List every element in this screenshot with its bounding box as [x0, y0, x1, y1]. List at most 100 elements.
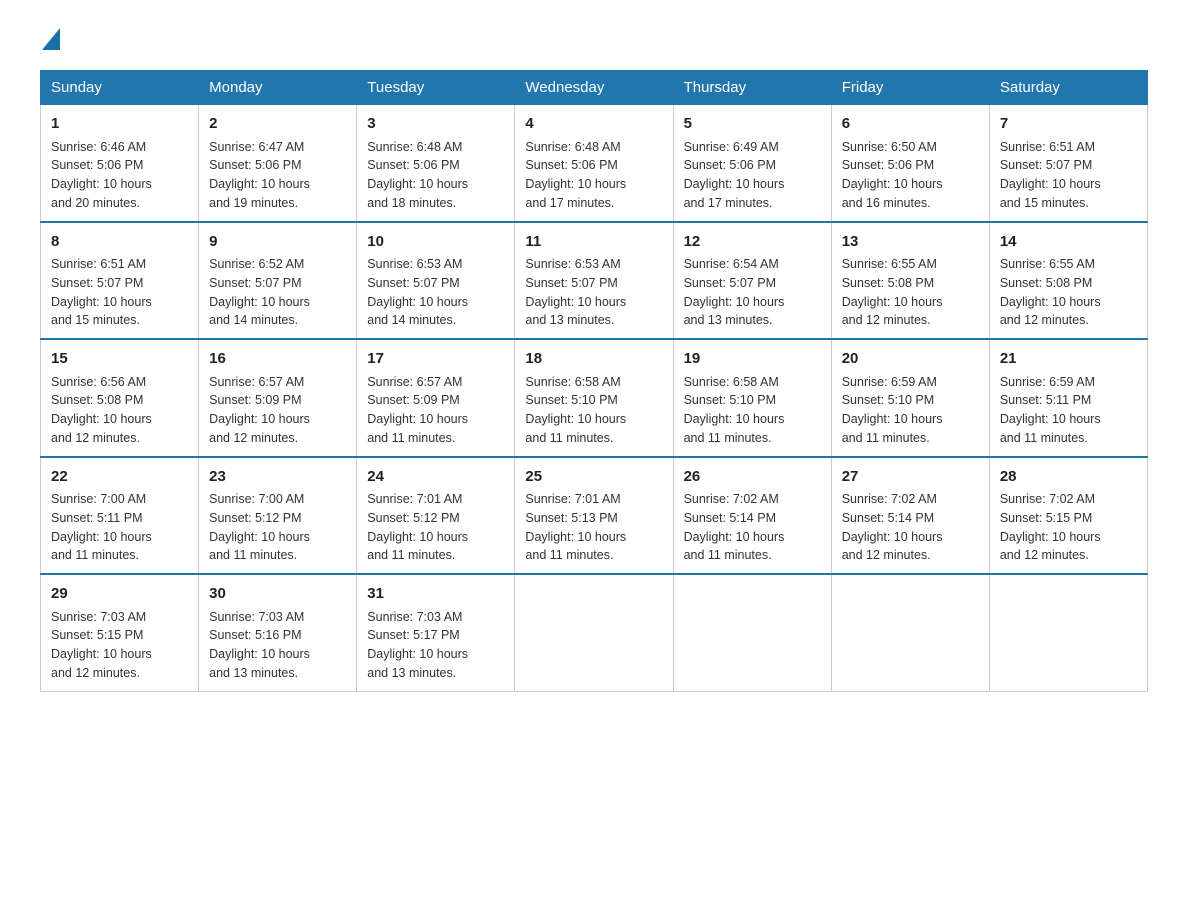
- day-header-sunday: Sunday: [41, 71, 199, 105]
- day-number: 2: [209, 113, 346, 136]
- calendar-cell: 13Sunrise: 6:55 AMSunset: 5:08 PMDayligh…: [831, 222, 989, 340]
- day-info: Sunrise: 7:02 AMSunset: 5:14 PMDaylight:…: [684, 490, 821, 565]
- day-info: Sunrise: 6:48 AMSunset: 5:06 PMDaylight:…: [525, 138, 662, 213]
- calendar-cell: 10Sunrise: 6:53 AMSunset: 5:07 PMDayligh…: [357, 222, 515, 340]
- day-info: Sunrise: 6:51 AMSunset: 5:07 PMDaylight:…: [51, 255, 188, 330]
- calendar-cell: 1Sunrise: 6:46 AMSunset: 5:06 PMDaylight…: [41, 105, 199, 222]
- day-info: Sunrise: 7:00 AMSunset: 5:11 PMDaylight:…: [51, 490, 188, 565]
- day-number: 26: [684, 466, 821, 489]
- day-info: Sunrise: 6:58 AMSunset: 5:10 PMDaylight:…: [684, 373, 821, 448]
- day-number: 8: [51, 231, 188, 254]
- day-number: 7: [1000, 113, 1137, 136]
- calendar-week-2: 8Sunrise: 6:51 AMSunset: 5:07 PMDaylight…: [41, 222, 1148, 340]
- day-info: Sunrise: 6:55 AMSunset: 5:08 PMDaylight:…: [1000, 255, 1137, 330]
- day-number: 10: [367, 231, 504, 254]
- day-header-tuesday: Tuesday: [357, 71, 515, 105]
- calendar-body: 1Sunrise: 6:46 AMSunset: 5:06 PMDaylight…: [41, 105, 1148, 692]
- day-info: Sunrise: 6:49 AMSunset: 5:06 PMDaylight:…: [684, 138, 821, 213]
- day-number: 20: [842, 348, 979, 371]
- calendar-cell: 26Sunrise: 7:02 AMSunset: 5:14 PMDayligh…: [673, 457, 831, 575]
- day-info: Sunrise: 7:02 AMSunset: 5:15 PMDaylight:…: [1000, 490, 1137, 565]
- calendar-cell: 22Sunrise: 7:00 AMSunset: 5:11 PMDayligh…: [41, 457, 199, 575]
- calendar-week-4: 22Sunrise: 7:00 AMSunset: 5:11 PMDayligh…: [41, 457, 1148, 575]
- calendar-cell: 4Sunrise: 6:48 AMSunset: 5:06 PMDaylight…: [515, 105, 673, 222]
- day-info: Sunrise: 6:50 AMSunset: 5:06 PMDaylight:…: [842, 138, 979, 213]
- calendar-cell: 12Sunrise: 6:54 AMSunset: 5:07 PMDayligh…: [673, 222, 831, 340]
- day-number: 16: [209, 348, 346, 371]
- day-info: Sunrise: 7:00 AMSunset: 5:12 PMDaylight:…: [209, 490, 346, 565]
- calendar-cell: 17Sunrise: 6:57 AMSunset: 5:09 PMDayligh…: [357, 339, 515, 457]
- logo: [40, 30, 60, 50]
- day-number: 13: [842, 231, 979, 254]
- calendar-cell: 8Sunrise: 6:51 AMSunset: 5:07 PMDaylight…: [41, 222, 199, 340]
- calendar-cell: 3Sunrise: 6:48 AMSunset: 5:06 PMDaylight…: [357, 105, 515, 222]
- calendar-cell: 7Sunrise: 6:51 AMSunset: 5:07 PMDaylight…: [989, 105, 1147, 222]
- calendar-cell: 19Sunrise: 6:58 AMSunset: 5:10 PMDayligh…: [673, 339, 831, 457]
- calendar-cell: [989, 574, 1147, 691]
- day-number: 21: [1000, 348, 1137, 371]
- calendar-cell: 9Sunrise: 6:52 AMSunset: 5:07 PMDaylight…: [199, 222, 357, 340]
- day-info: Sunrise: 7:03 AMSunset: 5:15 PMDaylight:…: [51, 608, 188, 683]
- day-number: 18: [525, 348, 662, 371]
- day-number: 24: [367, 466, 504, 489]
- day-number: 15: [51, 348, 188, 371]
- day-number: 12: [684, 231, 821, 254]
- calendar-cell: 2Sunrise: 6:47 AMSunset: 5:06 PMDaylight…: [199, 105, 357, 222]
- calendar-week-3: 15Sunrise: 6:56 AMSunset: 5:08 PMDayligh…: [41, 339, 1148, 457]
- day-info: Sunrise: 7:02 AMSunset: 5:14 PMDaylight:…: [842, 490, 979, 565]
- calendar-cell: 23Sunrise: 7:00 AMSunset: 5:12 PMDayligh…: [199, 457, 357, 575]
- calendar-cell: 30Sunrise: 7:03 AMSunset: 5:16 PMDayligh…: [199, 574, 357, 691]
- calendar-week-5: 29Sunrise: 7:03 AMSunset: 5:15 PMDayligh…: [41, 574, 1148, 691]
- day-header-thursday: Thursday: [673, 71, 831, 105]
- day-info: Sunrise: 6:47 AMSunset: 5:06 PMDaylight:…: [209, 138, 346, 213]
- page-header: [40, 30, 1148, 50]
- day-number: 3: [367, 113, 504, 136]
- calendar-cell: 14Sunrise: 6:55 AMSunset: 5:08 PMDayligh…: [989, 222, 1147, 340]
- day-number: 17: [367, 348, 504, 371]
- calendar-cell: 25Sunrise: 7:01 AMSunset: 5:13 PMDayligh…: [515, 457, 673, 575]
- day-info: Sunrise: 6:59 AMSunset: 5:10 PMDaylight:…: [842, 373, 979, 448]
- day-number: 27: [842, 466, 979, 489]
- day-info: Sunrise: 6:59 AMSunset: 5:11 PMDaylight:…: [1000, 373, 1137, 448]
- day-info: Sunrise: 6:48 AMSunset: 5:06 PMDaylight:…: [367, 138, 504, 213]
- day-number: 6: [842, 113, 979, 136]
- day-info: Sunrise: 7:01 AMSunset: 5:12 PMDaylight:…: [367, 490, 504, 565]
- calendar-cell: [515, 574, 673, 691]
- day-number: 1: [51, 113, 188, 136]
- day-info: Sunrise: 6:57 AMSunset: 5:09 PMDaylight:…: [209, 373, 346, 448]
- day-info: Sunrise: 7:03 AMSunset: 5:17 PMDaylight:…: [367, 608, 504, 683]
- day-info: Sunrise: 6:54 AMSunset: 5:07 PMDaylight:…: [684, 255, 821, 330]
- day-info: Sunrise: 6:56 AMSunset: 5:08 PMDaylight:…: [51, 373, 188, 448]
- calendar-cell: 6Sunrise: 6:50 AMSunset: 5:06 PMDaylight…: [831, 105, 989, 222]
- day-info: Sunrise: 6:58 AMSunset: 5:10 PMDaylight:…: [525, 373, 662, 448]
- calendar-cell: 31Sunrise: 7:03 AMSunset: 5:17 PMDayligh…: [357, 574, 515, 691]
- day-info: Sunrise: 6:46 AMSunset: 5:06 PMDaylight:…: [51, 138, 188, 213]
- day-info: Sunrise: 6:51 AMSunset: 5:07 PMDaylight:…: [1000, 138, 1137, 213]
- calendar-table: SundayMondayTuesdayWednesdayThursdayFrid…: [40, 70, 1148, 692]
- day-number: 14: [1000, 231, 1137, 254]
- day-number: 23: [209, 466, 346, 489]
- day-number: 30: [209, 583, 346, 606]
- day-number: 11: [525, 231, 662, 254]
- day-info: Sunrise: 6:52 AMSunset: 5:07 PMDaylight:…: [209, 255, 346, 330]
- calendar-cell: 29Sunrise: 7:03 AMSunset: 5:15 PMDayligh…: [41, 574, 199, 691]
- day-number: 19: [684, 348, 821, 371]
- day-number: 4: [525, 113, 662, 136]
- day-header-wednesday: Wednesday: [515, 71, 673, 105]
- day-info: Sunrise: 7:03 AMSunset: 5:16 PMDaylight:…: [209, 608, 346, 683]
- day-number: 5: [684, 113, 821, 136]
- day-header-friday: Friday: [831, 71, 989, 105]
- day-header-saturday: Saturday: [989, 71, 1147, 105]
- calendar-cell: 5Sunrise: 6:49 AMSunset: 5:06 PMDaylight…: [673, 105, 831, 222]
- day-number: 31: [367, 583, 504, 606]
- logo-triangle-icon: [42, 28, 60, 50]
- day-number: 22: [51, 466, 188, 489]
- calendar-week-1: 1Sunrise: 6:46 AMSunset: 5:06 PMDaylight…: [41, 105, 1148, 222]
- day-info: Sunrise: 7:01 AMSunset: 5:13 PMDaylight:…: [525, 490, 662, 565]
- calendar-cell: 15Sunrise: 6:56 AMSunset: 5:08 PMDayligh…: [41, 339, 199, 457]
- day-number: 28: [1000, 466, 1137, 489]
- calendar-cell: 20Sunrise: 6:59 AMSunset: 5:10 PMDayligh…: [831, 339, 989, 457]
- day-info: Sunrise: 6:55 AMSunset: 5:08 PMDaylight:…: [842, 255, 979, 330]
- calendar-cell: [673, 574, 831, 691]
- day-info: Sunrise: 6:53 AMSunset: 5:07 PMDaylight:…: [525, 255, 662, 330]
